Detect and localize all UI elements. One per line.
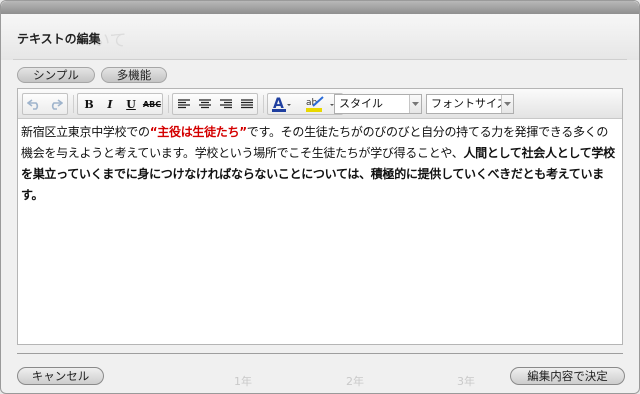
editor-toolbar: B I U ABC A ab スタイル フォントサイズ — [18, 89, 622, 119]
dialog-title: テキストの編集 — [17, 32, 101, 46]
dialog-header: いて テキストの編集 — [1, 14, 639, 60]
content-segment: 新宿区立東京中学校での — [21, 125, 150, 139]
text-edit-dialog: いて テキストの編集 シンプル 多機能 B I U ABC A ab スタイル … — [0, 0, 640, 394]
toolbar-divider — [73, 95, 74, 113]
background-grade-tab: 1年 — [234, 375, 252, 388]
alignment-group — [172, 93, 258, 115]
background-grade-tab: 3年 — [457, 375, 475, 388]
align-center-icon[interactable] — [195, 95, 215, 113]
color-group: A ab — [267, 93, 343, 115]
editor-content[interactable]: 新宿区立東京中学校での“主役は生徒たち”です。その生徒たちがのびのびと自分の持て… — [21, 122, 618, 206]
align-justify-icon[interactable] — [237, 95, 257, 113]
underline-button[interactable]: U — [121, 95, 141, 113]
tab-multifunction[interactable]: 多機能 — [101, 67, 167, 83]
italic-button[interactable]: I — [100, 95, 120, 113]
bold-button[interactable]: B — [79, 95, 99, 113]
style-select-value: スタイル — [339, 97, 383, 110]
align-right-icon[interactable] — [216, 95, 236, 113]
font-size-select[interactable]: フォントサイズ — [426, 94, 514, 114]
dialog-titlebar[interactable] — [1, 1, 639, 14]
header-divider — [13, 59, 627, 60]
strikethrough-button[interactable]: ABC — [142, 95, 162, 113]
confirm-edit-button[interactable]: 編集内容で決定 — [510, 367, 625, 385]
background-grade-tab: 2年 — [346, 375, 364, 388]
toolbar-divider — [168, 95, 169, 113]
footer-divider — [17, 353, 623, 354]
font-color-icon[interactable]: A — [269, 95, 293, 113]
align-left-icon[interactable] — [174, 95, 194, 113]
undo-icon[interactable] — [24, 95, 44, 113]
style-select[interactable]: スタイル — [334, 94, 422, 114]
format-group: B I U ABC — [77, 93, 163, 115]
rich-text-editor: B I U ABC A ab スタイル フォントサイズ 新宿区立東京中学校での“… — [17, 88, 623, 345]
font-size-select-value: フォントサイズ — [431, 97, 508, 110]
tab-simple[interactable]: シンプル — [17, 67, 95, 83]
toolbar-divider — [263, 95, 264, 113]
history-group — [22, 93, 68, 115]
cancel-button[interactable]: キャンセル — [17, 367, 104, 385]
content-highlight-phrase: “主役は生徒たち” — [149, 125, 247, 139]
redo-icon[interactable] — [46, 95, 66, 113]
chevron-down-icon — [501, 95, 513, 113]
chevron-down-icon — [409, 95, 421, 113]
